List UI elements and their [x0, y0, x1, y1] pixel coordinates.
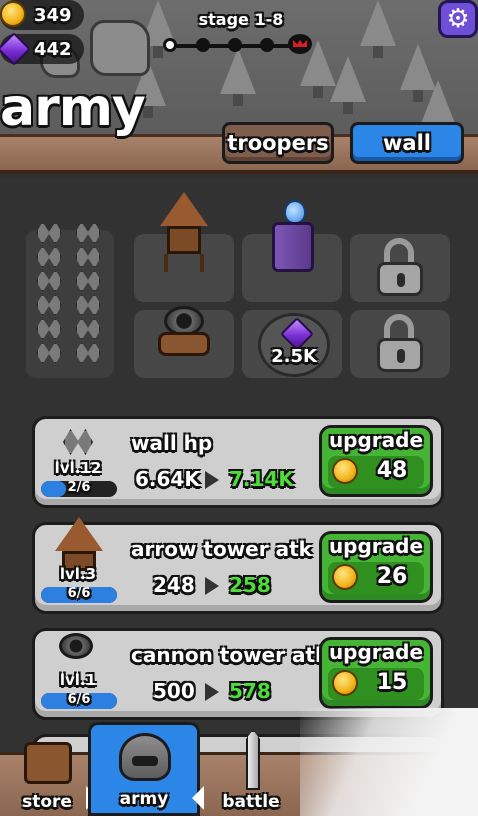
coin-amount: 349 [34, 4, 72, 26]
gear-icon: ⚙ [446, 4, 470, 34]
pine-tree [330, 56, 366, 114]
upgrade-card-arrow-tower-atk: lvl.3 6/6 arrow tower atk 248 258 upgrad… [32, 517, 444, 614]
coin-icon [332, 458, 358, 484]
nav-store[interactable]: store [10, 730, 84, 816]
stage-label: stage 1-8 [198, 10, 284, 29]
level-progress-bar: 6/6 [41, 693, 117, 709]
upgrade-title: cannon tower atk [131, 643, 329, 667]
next-value: 578 [229, 679, 271, 703]
gem-counter: 442 [0, 32, 84, 66]
boss-crown-icon [288, 34, 312, 54]
spike-wall-icon [36, 222, 106, 372]
nav-arrow-left-icon [192, 786, 204, 810]
arrow-right-icon [205, 577, 219, 595]
upgrade-price: 15 [376, 670, 408, 695]
stage-node [228, 38, 242, 52]
helmet-icon [119, 733, 171, 781]
stage-node [260, 38, 274, 52]
upgrade-button[interactable]: upgrade 48 [319, 425, 433, 497]
upgrade-title: arrow tower atk [131, 537, 312, 561]
upgrade-card-cannon-tower-atk: lvl.1 6/6 cannon tower atk 500 578 upgra… [32, 628, 444, 720]
stage-node-current [163, 38, 177, 52]
rock [90, 20, 150, 76]
sword-icon [246, 730, 260, 790]
coin-icon [332, 564, 358, 590]
settings-gear-button[interactable]: ⚙ [438, 0, 478, 38]
screen-glare-overlay [300, 708, 478, 816]
upgrade-price: 48 [376, 458, 408, 483]
coin-icon [0, 1, 26, 27]
level-progress-bar: 2/6 [41, 481, 117, 497]
nav-army[interactable]: army [88, 722, 200, 816]
next-value: 258 [229, 573, 271, 597]
upgrade-title: wall hp [131, 431, 213, 455]
cannon-icon [158, 306, 210, 356]
level-progress-text: 6/6 [67, 587, 91, 601]
coin-counter: 349 [0, 0, 84, 30]
nav-battle-label: battle [222, 792, 280, 812]
stage-node [196, 38, 210, 52]
pine-tree [220, 48, 256, 106]
upgrade-button-label: upgrade [328, 534, 424, 558]
nav-battle[interactable]: battle [212, 730, 290, 816]
level-label: lvl.3 [59, 565, 97, 583]
tab-troopers[interactable]: troopers [222, 122, 334, 164]
current-value: 248 [153, 573, 195, 597]
upgrade-button-label: upgrade [328, 428, 424, 452]
level-label: lvl.1 [59, 671, 97, 689]
tab-wall[interactable]: wall [350, 122, 464, 164]
upgrade-button[interactable]: upgrade 26 [319, 531, 433, 603]
pine-tree [420, 80, 456, 138]
upgrade-price: 26 [376, 564, 408, 589]
gem-unlock-price: 2.5K [271, 346, 317, 367]
cannon-icon [53, 633, 93, 659]
upgrade-button[interactable]: upgrade 15 [319, 637, 433, 709]
nav-army-label: army [119, 789, 169, 809]
arrow-tower-icon [55, 517, 103, 571]
mage-tower-icon [272, 200, 314, 272]
pine-tree [360, 0, 396, 58]
level-label: lvl.12 [54, 459, 102, 477]
upgrade-card-wall-hp: lvl.12 2/6 wall hp 6.64K 7.14K upgrade 4… [32, 416, 444, 508]
gem-amount: 442 [34, 38, 72, 60]
gem-unlock-button[interactable]: 2.5K [258, 313, 330, 377]
arrow-right-icon [205, 471, 219, 489]
store-chest-icon [24, 742, 72, 784]
lock-icon [377, 238, 423, 296]
coin-icon [332, 670, 358, 696]
lock-icon [377, 314, 423, 372]
current-value: 500 [153, 679, 195, 703]
spike-wall-icon [63, 429, 93, 455]
nav-store-label: store [22, 792, 72, 812]
arrow-tower-icon [160, 192, 208, 272]
level-progress-text: 2/6 [67, 481, 91, 495]
upgrade-button-label: upgrade [328, 640, 424, 664]
level-progress-bar: 6/6 [41, 587, 117, 603]
level-progress-text: 6/6 [67, 693, 91, 707]
arrow-right-icon [205, 683, 219, 701]
page-title: army [0, 78, 146, 138]
next-value: 7.14K [229, 467, 294, 491]
current-value: 6.64K [135, 467, 200, 491]
